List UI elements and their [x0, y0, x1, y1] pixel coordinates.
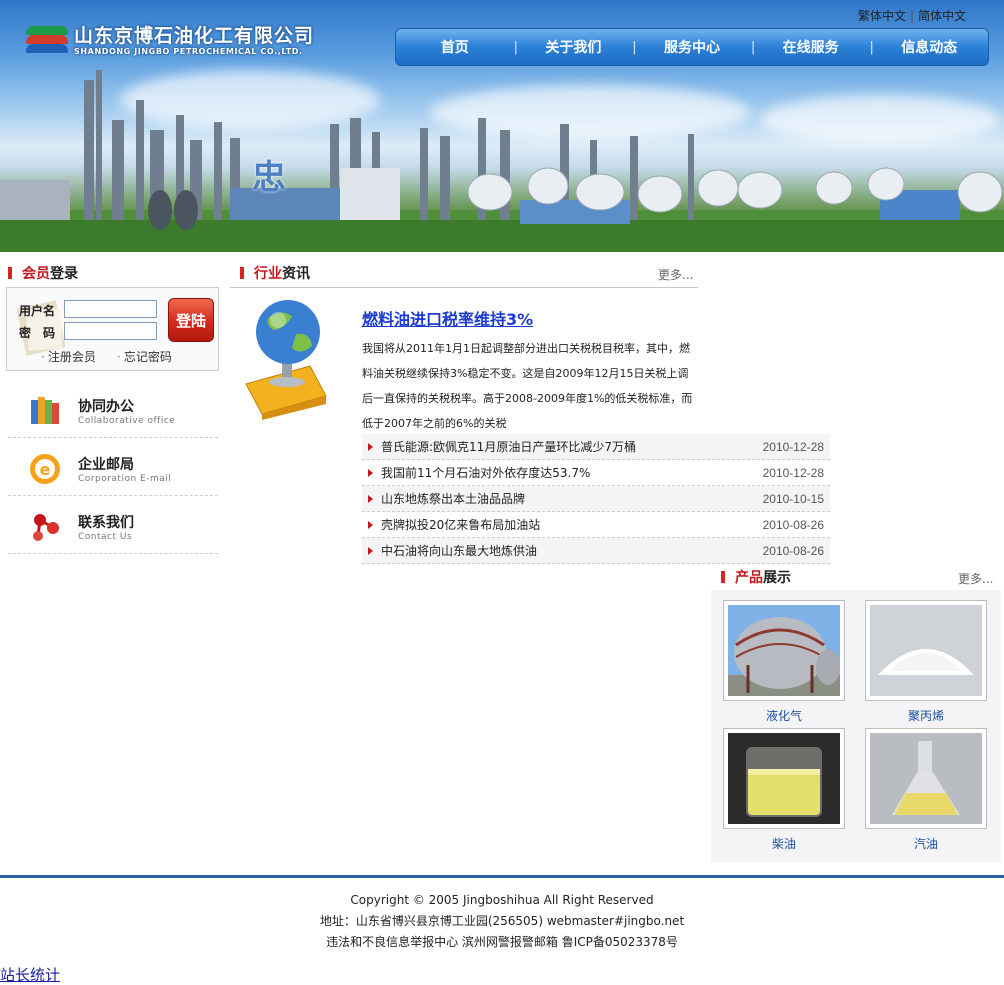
nav-item-news[interactable]: 信息动态 [870, 37, 988, 57]
product-card[interactable]: 聚丙烯 [865, 600, 987, 724]
news-heading: 行业 资讯 [240, 262, 310, 284]
sidebar-item-subtitle: Collaborative office [78, 416, 176, 426]
news-item-date: 2010-08-26 [762, 517, 824, 532]
footer-copyright: Copyright © 2005 Jingboshihua All Right … [350, 893, 654, 907]
login-form: 用户名 密 码 登陆 注册会员 忘记密码 [6, 287, 219, 371]
diesel-image [728, 733, 840, 824]
featured-news-summary: 我国将从2011年1月1日起调整部分进出口关税税目税率，其中，燃料油关税继续保持… [362, 342, 693, 430]
contact-icon [33, 514, 59, 541]
banner-character: 忠 [252, 158, 286, 198]
language-switch: 繁体中文 | 简体中文 [858, 7, 966, 24]
news-item-title[interactable]: 壳牌拟投20亿来鲁布局加油站 [381, 516, 763, 533]
email-icon: e [30, 454, 60, 484]
news-list-item[interactable]: 山东地炼祭出本土油品品牌 2010-10-15 [362, 486, 830, 512]
nav-item-service-center[interactable]: 服务中心 [633, 37, 751, 57]
sidebar-item-title: 协同办公 [78, 399, 134, 415]
login-heading: 会员 登录 [8, 262, 78, 284]
products-panel: 液化气 聚丙烯 柴油 汽油 [711, 590, 1001, 862]
gasoline-image [870, 733, 982, 824]
sidebar-item-subtitle: Corporation E-mail [78, 474, 172, 484]
sidebar-item-subtitle: Contact Us [78, 532, 133, 542]
product-name[interactable]: 汽油 [865, 835, 987, 852]
nav-item-online-service[interactable]: 在线服务 [752, 37, 870, 57]
heading-bar [8, 267, 12, 279]
products-more-link[interactable]: 更多... [958, 570, 993, 587]
lang-simplified-link[interactable]: 简体中文 [918, 9, 966, 23]
news-item-title[interactable]: 山东地炼祭出本土油品品牌 [381, 490, 763, 507]
product-name[interactable]: 聚丙烯 [865, 707, 987, 724]
news-list-item[interactable]: 中石油将向山东最大地炼供油 2010-08-26 [362, 538, 830, 564]
featured-news-title[interactable]: 燃料油进口税率维持3% [362, 306, 533, 330]
books-icon [31, 397, 59, 424]
nav-item-home[interactable]: 首页 [396, 37, 514, 57]
news-item-date: 2010-08-26 [762, 543, 824, 558]
username-label: 用户名 [19, 304, 56, 318]
bullet-arrow-icon [368, 494, 373, 503]
news-list-item[interactable]: 普氏能源:欧佩克11月原油日产量环比减少7万桶 2010-12-28 [362, 434, 830, 460]
company-name-en: SHANDONG JINGBO PETROCHEMICAL CO.,LTD. [74, 47, 303, 56]
news-item-date: 2010-12-28 [762, 439, 824, 454]
logo-mark-icon [26, 24, 68, 58]
news-item-date: 2010-12-28 [762, 465, 824, 480]
bullet-arrow-icon [368, 442, 373, 451]
header-banner: 忠 山东京博石油化工有限公司 SHANDONG JINGBO PETROCHEM… [0, 0, 1004, 252]
news-list-item[interactable]: 壳牌拟投20亿来鲁布局加油站 2010-08-26 [362, 512, 830, 538]
company-logo[interactable]: 山东京博石油化工有限公司 SHANDONG JINGBO PETROCHEMIC… [26, 24, 314, 58]
polypropylene-image [870, 605, 982, 696]
news-item-date: 2010-10-15 [762, 491, 824, 506]
sidebar-item-collaborative-office[interactable]: 协同办公 Collaborative office [8, 382, 218, 438]
news-heading-divider [230, 287, 698, 288]
lang-separator: | [910, 9, 915, 23]
heading-bar [721, 571, 725, 583]
company-name-cn: 山东京博石油化工有限公司 [74, 25, 315, 47]
bullet-arrow-icon [368, 520, 373, 529]
product-card[interactable]: 汽油 [865, 728, 987, 852]
svg-text:e: e [40, 460, 51, 479]
register-link[interactable]: 注册会员 [41, 348, 96, 365]
lang-traditional-link[interactable]: 繁体中文 [858, 9, 906, 23]
sidebar-item-contact-us[interactable]: 联系我们 Contact Us [8, 498, 218, 554]
product-name[interactable]: 液化气 [723, 707, 845, 724]
news-item-title[interactable]: 普氏能源:欧佩克11月原油日产量环比减少7万桶 [381, 438, 763, 455]
products-heading: 产品 展示 [721, 566, 791, 588]
news-item-title[interactable]: 中石油将向山东最大地炼供油 [381, 542, 763, 559]
footer-report: 违法和不良信息举报中心 滨州网警报警邮箱 鲁ICP备05023378号 [326, 935, 678, 949]
bullet-arrow-icon [368, 546, 373, 555]
globe-book-icon [245, 300, 327, 420]
lpg-tank-image [728, 605, 840, 696]
forgot-password-link[interactable]: 忘记密码 [117, 348, 172, 365]
news-item-title[interactable]: 我国前11个月石油对外依存度达53.7% [381, 464, 763, 481]
product-name[interactable]: 柴油 [723, 835, 845, 852]
sidebar-item-corporate-email[interactable]: e 企业邮局 Corporation E-mail [8, 440, 218, 496]
sidebar-item-title: 企业邮局 [78, 457, 134, 473]
nav-item-about[interactable]: 关于我们 [515, 37, 633, 57]
refinery-illustration [0, 70, 1004, 252]
footer-address: 地址：山东省博兴县京博工业园(256505) webmaster#jingbo.… [319, 914, 685, 928]
news-list-item[interactable]: 我国前11个月石油对外依存度达53.7% 2010-12-28 [362, 460, 830, 486]
product-card[interactable]: 液化气 [723, 600, 845, 724]
footer: Copyright © 2005 Jingboshihua All Right … [0, 875, 1004, 959]
password-input[interactable] [64, 322, 157, 340]
username-input[interactable] [64, 300, 157, 318]
bullet-arrow-icon [368, 468, 373, 477]
news-list: 普氏能源:欧佩克11月原油日产量环比减少7万桶 2010-12-28 我国前11… [362, 434, 830, 564]
login-button[interactable]: 登陆 [168, 298, 214, 342]
product-card[interactable]: 柴油 [723, 728, 845, 852]
password-label: 密 码 [19, 326, 56, 340]
main-nav: 首页 | 关于我们 | 服务中心 | 在线服务 | 信息动态 [395, 28, 989, 66]
heading-bar [240, 267, 244, 279]
sidebar-item-title: 联系我们 [78, 515, 134, 531]
news-more-link[interactable]: 更多... [658, 266, 693, 283]
site-stats-link[interactable]: 站长统计 [0, 964, 60, 985]
